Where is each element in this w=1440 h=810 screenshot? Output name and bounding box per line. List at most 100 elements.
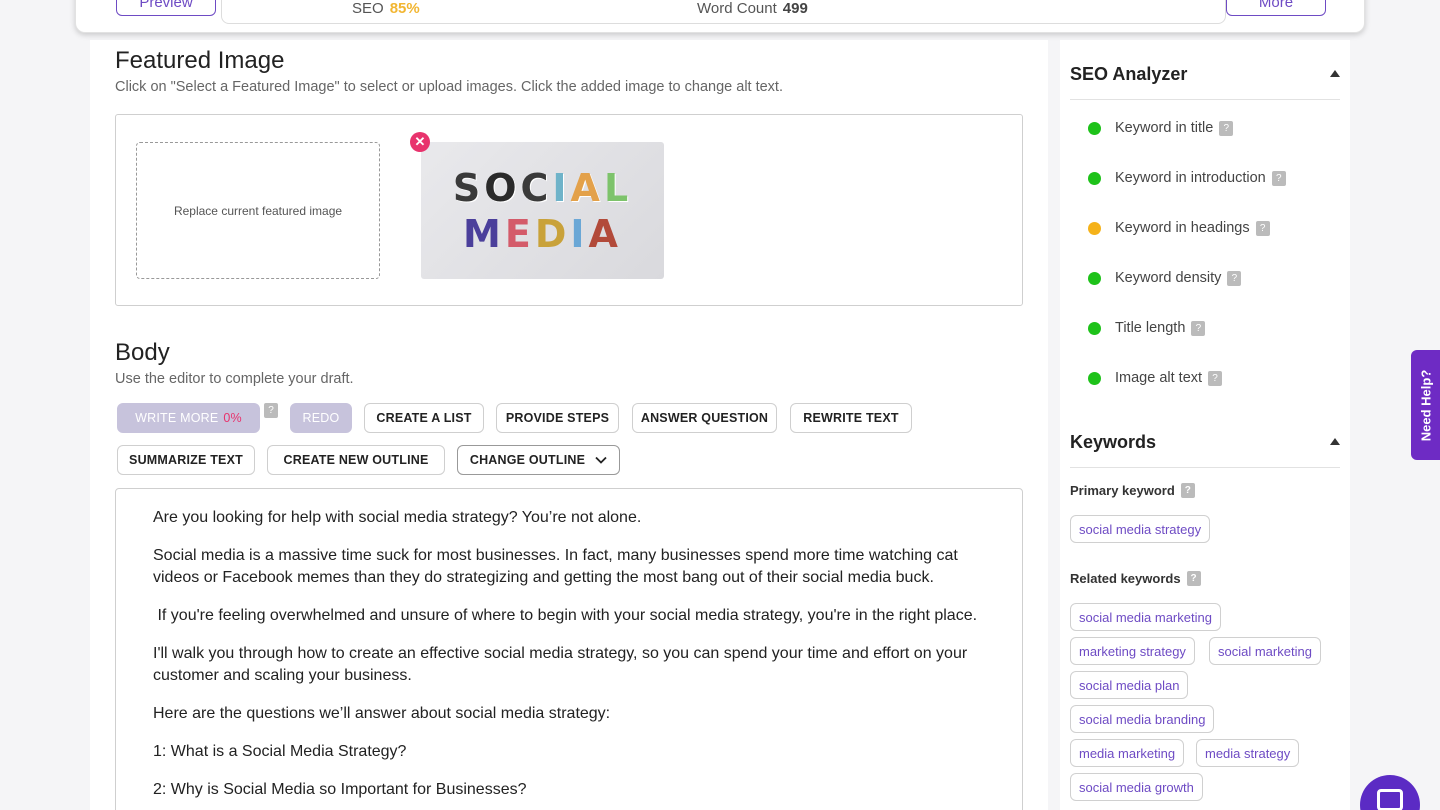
featured-image-dropzone[interactable]: Replace current featured image: [136, 142, 380, 279]
primary-keyword-label: Primary keyword?: [1070, 483, 1195, 498]
primary-keyword-text: Primary keyword: [1070, 483, 1175, 498]
seo-item-label: Keyword in introduction: [1115, 170, 1266, 186]
related-keywords-label: Related keywords?: [1070, 571, 1201, 586]
summarize-text-button[interactable]: SUMMARIZE TEXT: [117, 445, 255, 475]
thumb-letter: L: [603, 165, 633, 210]
status-dot-icon: [1088, 121, 1101, 135]
seo-item-keyword-density: Keyword density?: [1088, 270, 1242, 286]
help-icon[interactable]: ?: [1255, 220, 1270, 236]
help-icon[interactable]: ?: [264, 403, 278, 418]
help-icon[interactable]: ?: [1180, 483, 1195, 498]
remove-image-button[interactable]: ✕: [410, 132, 430, 152]
seo-item-label: Image alt text: [1115, 370, 1203, 386]
provide-steps-button[interactable]: PROVIDE STEPS: [496, 403, 619, 433]
seo-item-label: Title length: [1115, 320, 1186, 336]
keyword-chip[interactable]: marketing strategy: [1070, 637, 1195, 665]
seo-score-label: SEO: [352, 0, 384, 17]
status-dot-icon: [1088, 371, 1101, 385]
keyword-chip[interactable]: social media marketing: [1070, 603, 1221, 631]
featured-image-box: Replace current featured image ✕ SOCIAL …: [115, 114, 1023, 306]
keyword-chip[interactable]: social media growth: [1070, 773, 1203, 801]
featured-image-title: Featured Image: [115, 47, 285, 74]
thumb-letter: D: [534, 211, 571, 256]
write-more-label: WRITE MORE: [135, 411, 219, 425]
thumb-letter: C: [520, 165, 553, 210]
featured-image-subtitle: Click on "Select a Featured Image" to se…: [115, 79, 783, 95]
answer-question-button[interactable]: ANSWER QUESTION: [632, 403, 777, 433]
change-outline-dropdown[interactable]: CHANGE OUTLINE: [457, 445, 620, 475]
close-icon: ✕: [414, 134, 426, 149]
help-icon[interactable]: ?: [1271, 170, 1286, 186]
seo-score-value: 85%: [389, 0, 420, 17]
help-icon[interactable]: ?: [1186, 571, 1201, 586]
write-more-pct: 0%: [223, 411, 242, 425]
create-list-button[interactable]: CREATE A LIST: [364, 403, 484, 433]
create-new-outline-button[interactable]: CREATE NEW OUTLINE: [267, 445, 445, 475]
thumb-letter: I: [552, 165, 571, 210]
thumb-letter: A: [570, 165, 604, 210]
keywords-title: Keywords: [1070, 432, 1157, 452]
rewrite-text-button[interactable]: REWRITE TEXT: [790, 403, 912, 433]
paragraph: 1: What is a Social Media Strategy?: [153, 743, 407, 760]
need-help-tab[interactable]: Need Help?: [1411, 350, 1440, 460]
thumbnail-line-2: MEDIA: [463, 211, 622, 257]
chat-icon: [1377, 789, 1403, 810]
status-dot-icon: [1088, 321, 1101, 335]
top-toolbar: Preview SEO 85% Word Count 499 More: [75, 0, 1365, 33]
status-dot-icon: [1088, 221, 1101, 235]
chat-launcher-button[interactable]: [1360, 775, 1420, 810]
body-subtitle: Use the editor to complete your draft.: [115, 371, 354, 387]
seo-item-keyword-in-title: Keyword in title?: [1088, 120, 1234, 136]
seo-score: SEO 85%: [352, 0, 420, 17]
stats-bar: SEO 85% Word Count 499: [221, 0, 1226, 24]
redo-button[interactable]: REDO: [290, 403, 352, 433]
seo-item-label: Keyword in title: [1115, 120, 1214, 136]
seo-item-label: Keyword density: [1115, 270, 1222, 286]
thumb-letter: M: [463, 211, 505, 256]
seo-item-image-alt-text: Image alt text?: [1088, 370, 1223, 386]
paragraph: Are you looking for help with social med…: [153, 509, 642, 526]
thumbnail-line-1: SOCIAL: [453, 165, 632, 211]
paragraph: 2: Why is Social Media so Important for …: [153, 781, 527, 798]
help-icon[interactable]: ?: [1208, 370, 1223, 386]
keyword-chip[interactable]: social media branding: [1070, 705, 1215, 733]
help-icon[interactable]: ?: [1219, 120, 1234, 136]
help-icon[interactable]: ?: [1191, 320, 1206, 336]
write-more-button[interactable]: WRITE MORE 0%: [117, 403, 260, 433]
keyword-chip[interactable]: media marketing: [1070, 739, 1185, 767]
paragraph: Here are the questions we’ll answer abou…: [153, 705, 611, 722]
thumb-letter: O: [484, 165, 521, 210]
keyword-chip[interactable]: social marketing: [1209, 637, 1321, 665]
status-dot-icon: [1088, 271, 1101, 285]
body-title: Body: [115, 339, 170, 366]
thumb-letter: A: [588, 211, 622, 256]
preview-button[interactable]: Preview: [116, 0, 216, 16]
body-editor[interactable]: Are you looking for help with social med…: [115, 488, 1023, 810]
help-icon[interactable]: ?: [1227, 270, 1242, 286]
status-dot-icon: [1088, 171, 1101, 185]
featured-image-thumbnail[interactable]: SOCIAL MEDIA: [421, 142, 664, 279]
dropzone-label: Replace current featured image: [173, 203, 343, 218]
more-label: More: [1258, 0, 1294, 11]
seo-item-title-length: Title length?: [1088, 320, 1206, 336]
thumb-letter: I: [570, 211, 589, 256]
change-outline-label: CHANGE OUTLINE: [469, 453, 586, 467]
chevron-down-icon: [595, 456, 607, 464]
seo-analyzer-header[interactable]: SEO Analyzer: [1070, 64, 1340, 100]
keyword-chip[interactable]: social media strategy: [1070, 515, 1211, 543]
collapse-caret-icon[interactable]: [1330, 70, 1340, 77]
related-keywords-text: Related keywords: [1070, 571, 1181, 586]
seo-item-keyword-in-introduction: Keyword in introduction?: [1088, 170, 1286, 186]
paragraph: Social media is a massive time suck for …: [153, 547, 958, 586]
collapse-caret-icon[interactable]: [1330, 438, 1340, 445]
thumb-letter: S: [452, 165, 485, 210]
more-button[interactable]: More: [1226, 0, 1326, 16]
paragraph: I'll walk you through how to create an e…: [153, 645, 968, 684]
editor-panel: Featured Image Click on "Select a Featur…: [90, 40, 1048, 810]
seo-item-label: Keyword in headings: [1115, 220, 1250, 236]
right-sidebar: SEO Analyzer Keyword in title? Keyword i…: [1060, 40, 1350, 810]
word-count-label: Word Count: [697, 0, 777, 17]
keywords-header[interactable]: Keywords: [1070, 432, 1340, 468]
keyword-chip[interactable]: social media plan: [1070, 671, 1189, 699]
keyword-chip[interactable]: media strategy: [1196, 739, 1300, 767]
